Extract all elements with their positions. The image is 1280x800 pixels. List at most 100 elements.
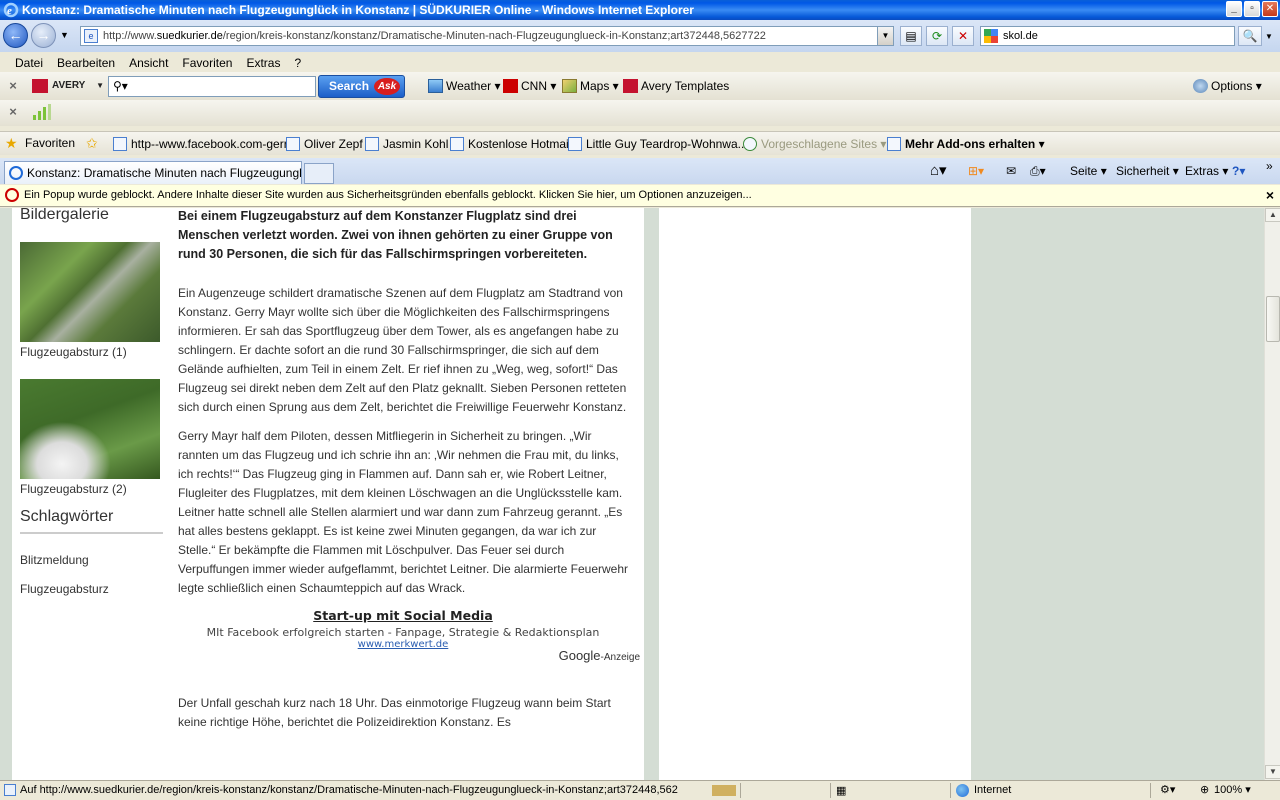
- gallery-thumb-1[interactable]: [20, 242, 160, 342]
- address-dropdown-icon[interactable]: ▼: [877, 27, 893, 45]
- print-icon[interactable]: ⎙▾: [1030, 163, 1046, 179]
- ask-search-input[interactable]: ⚲▾: [108, 76, 316, 97]
- ask-logo-icon: Ask: [374, 78, 400, 95]
- ask-search-label: Search: [329, 79, 370, 93]
- avery-label: AVERY: [52, 80, 86, 91]
- fav-oliver-zepf[interactable]: Oliver Zepf: [286, 136, 363, 152]
- menu-bar: Datei Bearbeiten Ansicht Favoriten Extra…: [0, 54, 1280, 72]
- status-text: Auf http://www.suedkurier.de/region/krei…: [20, 784, 678, 796]
- google-ad-label[interactable]: Google-Anzeige: [559, 648, 640, 663]
- menu-bearbeiten[interactable]: Bearbeiten: [50, 54, 122, 72]
- address-prefix: http://www.: [103, 30, 157, 42]
- article-paragraph-3: Der Unfall geschah kurz nach 18 Uhr. Das…: [178, 696, 611, 729]
- cmd-label: Sicherheit: [1116, 164, 1170, 178]
- signal-strength-icon: [33, 104, 51, 120]
- ie-logo-icon: e: [3, 2, 19, 18]
- back-button[interactable]: ←: [3, 23, 28, 48]
- avery-templates-button[interactable]: Avery Templates: [623, 77, 729, 95]
- tag-blitzmeldung[interactable]: Blitzmeldung: [20, 552, 163, 581]
- fav-label: Vorgeschlagene Sites: [761, 137, 878, 151]
- new-tab-button[interactable]: [304, 163, 334, 184]
- close-window-button[interactable]: ✕: [1262, 1, 1278, 17]
- globe-icon: [956, 784, 969, 797]
- compatibility-view-icon[interactable]: ▤: [900, 26, 922, 46]
- close-icon[interactable]: ×: [1266, 185, 1274, 205]
- gallery-thumb-2[interactable]: [20, 379, 160, 479]
- menu-datei[interactable]: Datei: [8, 54, 50, 72]
- security-icon[interactable]: ⚙▾: [1160, 781, 1175, 800]
- mail-icon[interactable]: ✉: [1006, 163, 1016, 179]
- add-favorite-icon[interactable]: ✩: [86, 135, 98, 152]
- cmd-seite[interactable]: Seite ▾: [1070, 163, 1107, 179]
- maps-button[interactable]: Maps ▾: [562, 77, 619, 95]
- ask-search-button[interactable]: Search Ask: [318, 75, 405, 98]
- weather-label: Weather: [446, 79, 492, 93]
- fav-jasmin-kohl[interactable]: Jasmin Kohl: [365, 136, 448, 152]
- zoom-control[interactable]: ⊕ 100% ▾: [1200, 781, 1251, 800]
- article-paragraph-2: Gerry Mayr half dem Piloten, dessen Mitf…: [178, 429, 628, 595]
- gallery-caption-2[interactable]: Flugzeugabsturz (2): [20, 482, 163, 506]
- security-zone[interactable]: Internet: [956, 781, 1011, 800]
- menu-help[interactable]: ?: [287, 54, 308, 72]
- magnifier-icon: ⚲▾: [113, 79, 128, 93]
- ad-text: MIt Facebook erfolgreich starten - Fanpa…: [206, 626, 600, 639]
- gallery-caption-1[interactable]: Flugzeugabsturz (1): [20, 345, 163, 369]
- fav-little-guy[interactable]: Little Guy Teardrop-Wohnwa...: [568, 136, 748, 152]
- divider: [830, 783, 831, 798]
- forward-button[interactable]: →: [31, 23, 56, 48]
- divider: [740, 783, 741, 798]
- maximize-button[interactable]: ▫: [1244, 1, 1260, 17]
- menu-extras[interactable]: Extras: [239, 54, 287, 72]
- address-bar[interactable]: e http://www.suedkurier.de/region/kreis-…: [80, 26, 894, 46]
- fav-hotmail[interactable]: Kostenlose Hotmail: [450, 136, 571, 152]
- addons-button[interactable]: Mehr Add-ons erhalten ▾: [887, 136, 1045, 152]
- minimize-button[interactable]: _: [1226, 1, 1242, 17]
- fav-label: http--www.facebook.com-gerry: [131, 137, 294, 151]
- address-toolbar: ← → ▼ e http://www.suedkurier.de/region/…: [0, 20, 1280, 52]
- favorites-button[interactable]: Favoriten: [25, 136, 75, 150]
- search-options-icon[interactable]: ▼: [1265, 32, 1273, 41]
- cmd-extras[interactable]: Extras ▾: [1185, 163, 1228, 179]
- search-box[interactable]: skol.de: [980, 26, 1235, 46]
- avery-logo-icon: [32, 79, 48, 93]
- sidebar: Bildergalerie Flugzeugabsturz (1) Flugze…: [20, 208, 163, 610]
- fav-label: Jasmin Kohl: [383, 137, 449, 151]
- google-logo: Google: [558, 648, 601, 663]
- status-bar: Auf http://www.suedkurier.de/region/krei…: [0, 780, 1280, 800]
- ad-title-link[interactable]: Start-up mit Social Media: [178, 608, 628, 623]
- blocked-icon: [5, 188, 19, 202]
- chevron-right-icon[interactable]: »: [1266, 158, 1273, 174]
- cnn-button[interactable]: CNN ▾: [503, 77, 556, 95]
- page-viewport: Bildergalerie Flugzeugabsturz (1) Flugze…: [0, 208, 1264, 780]
- avery-button[interactable]: AVERY ▼: [32, 77, 104, 95]
- menu-favoriten[interactable]: Favoriten: [175, 54, 239, 72]
- menu-ansicht[interactable]: Ansicht: [122, 54, 175, 72]
- rss-icon[interactable]: ⊞▾: [968, 163, 984, 179]
- close-toolbar-icon[interactable]: ×: [8, 104, 18, 119]
- vertical-scrollbar[interactable]: ▲ ▼: [1264, 208, 1280, 780]
- tab-title: Konstanz: Dramatische Minuten nach Flugz…: [27, 166, 302, 180]
- tab-active[interactable]: Konstanz: Dramatische Minuten nach Flugz…: [4, 161, 302, 184]
- page-icon: [887, 137, 901, 151]
- suggested-sites-button[interactable]: Vorgeschlagene Sites ▾: [743, 136, 886, 152]
- weather-button[interactable]: Weather ▾: [428, 77, 501, 95]
- tag-flugzeugabsturz[interactable]: Flugzeugabsturz: [20, 581, 163, 610]
- history-dropdown-icon[interactable]: ▼: [60, 30, 69, 40]
- fav-facebook[interactable]: http--www.facebook.com-gerry: [113, 136, 294, 152]
- scroll-up-icon[interactable]: ▲: [1265, 208, 1280, 222]
- search-go-icon[interactable]: 🔍: [1238, 26, 1262, 46]
- stop-icon[interactable]: ✕: [952, 26, 974, 46]
- popup-blocked-bar[interactable]: Ein Popup wurde geblockt. Andere Inhalte…: [0, 185, 1280, 207]
- scrollbar-thumb[interactable]: [1266, 296, 1280, 342]
- secondary-toolbar: ×: [0, 100, 1280, 126]
- fav-label: Kostenlose Hotmail: [468, 137, 572, 151]
- scroll-down-icon[interactable]: ▼: [1265, 765, 1280, 779]
- help-icon[interactable]: ?▾: [1232, 163, 1245, 179]
- options-button[interactable]: Options ▾: [1193, 77, 1262, 95]
- refresh-icon[interactable]: ⟳: [926, 26, 948, 46]
- page-icon: [113, 137, 127, 151]
- close-toolbar-icon[interactable]: ×: [8, 78, 18, 93]
- cmd-sicherheit[interactable]: Sicherheit ▾: [1116, 163, 1179, 179]
- home-icon[interactable]: ⌂▾: [930, 163, 947, 179]
- protected-mode-icon[interactable]: ▦: [836, 782, 846, 800]
